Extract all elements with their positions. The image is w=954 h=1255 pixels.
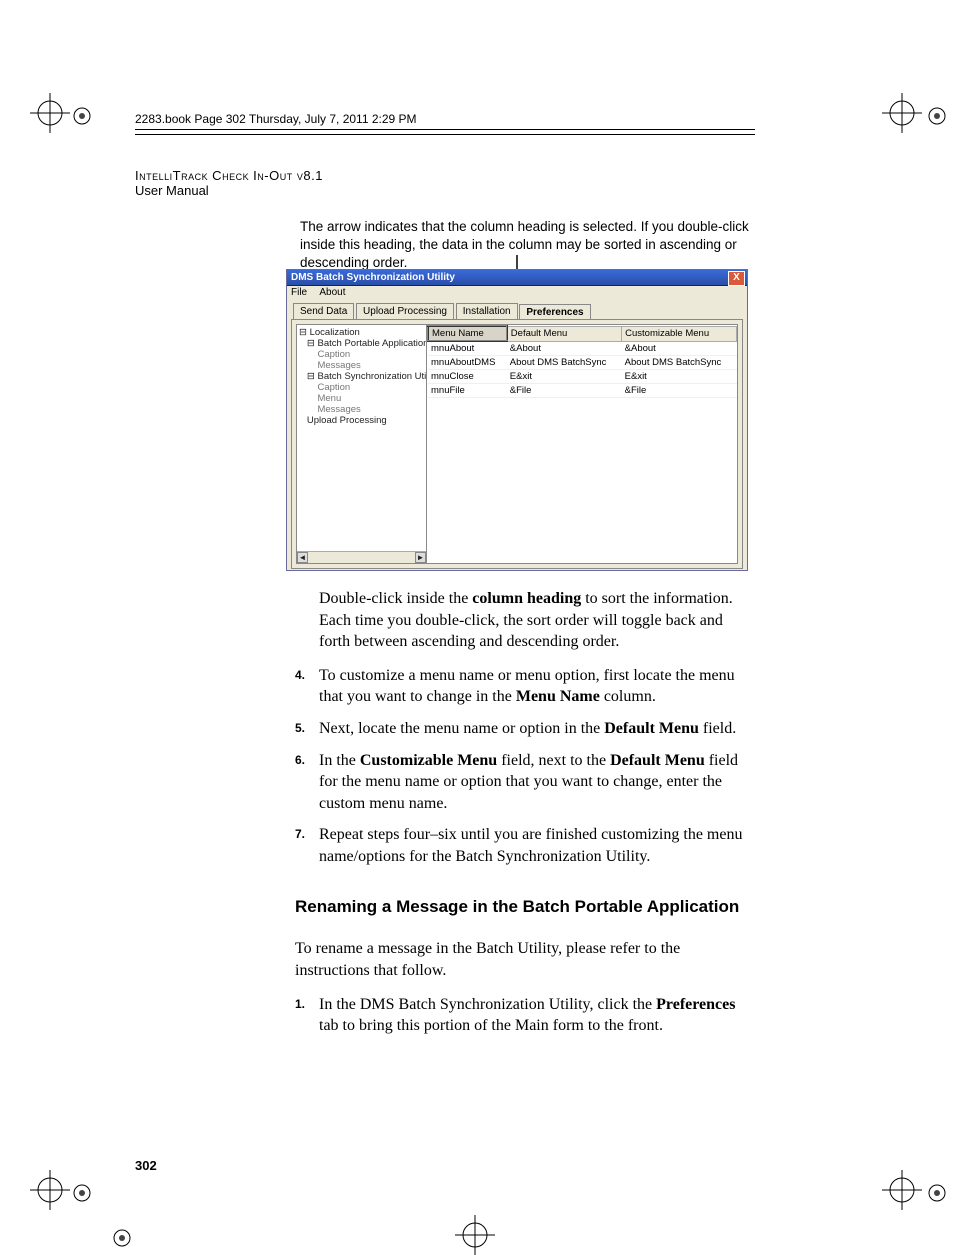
table-row[interactable]: mnuAboutDMSAbout DMS BatchSyncAbout DMS … bbox=[428, 356, 737, 370]
scroll-left-icon[interactable]: ◄ bbox=[297, 552, 308, 563]
reg-mark-icon bbox=[455, 1215, 495, 1255]
step-number: 5. bbox=[295, 720, 305, 736]
menu-file[interactable]: File bbox=[291, 287, 307, 298]
cell[interactable]: About DMS BatchSync bbox=[622, 356, 737, 370]
tab-send-data[interactable]: Send Data bbox=[293, 303, 354, 319]
reg-mark-icon bbox=[30, 93, 70, 133]
term-default-menu: Default Menu bbox=[604, 720, 699, 737]
step-number: 7. bbox=[295, 826, 305, 842]
dot-icon bbox=[112, 1228, 132, 1248]
dot-icon bbox=[927, 106, 947, 126]
menu-bar: File About bbox=[287, 286, 747, 299]
page: 2283.book Page 302 Thursday, July 7, 201… bbox=[0, 0, 954, 1235]
list-item: 1. In the DMS Batch Synchronization Util… bbox=[319, 994, 755, 1037]
product-name: IntelliTrack Check In-Out v8.1 bbox=[135, 168, 323, 183]
col-custom-menu[interactable]: Customizable Menu bbox=[622, 326, 737, 341]
tree-node[interactable]: Messages bbox=[299, 404, 424, 415]
reg-mark-icon bbox=[30, 1170, 70, 1210]
table-row[interactable]: mnuCloseE&xitE&xit bbox=[428, 370, 737, 384]
close-button[interactable]: X bbox=[728, 271, 745, 286]
tab-installation[interactable]: Installation bbox=[456, 303, 518, 319]
menu-about[interactable]: About bbox=[319, 287, 345, 298]
page-header: IntelliTrack Check In-Out v8.1 User Manu… bbox=[135, 168, 323, 198]
cell[interactable]: &About bbox=[507, 341, 622, 356]
scroll-right-icon[interactable]: ► bbox=[415, 552, 426, 563]
tree-node[interactable]: Upload Processing bbox=[299, 415, 424, 426]
term-default-menu: Default Menu bbox=[610, 752, 705, 769]
dot-icon bbox=[72, 1183, 92, 1203]
grid-table: Menu Name Default Menu Customizable Menu… bbox=[427, 325, 737, 398]
tree-node[interactable]: ⊟ Batch Synchronization Utility bbox=[299, 371, 424, 382]
cell[interactable]: mnuAboutDMS bbox=[428, 356, 507, 370]
window-title: DMS Batch Synchronization Utility bbox=[291, 272, 455, 283]
dot-icon bbox=[72, 106, 92, 126]
tree-node[interactable]: Messages bbox=[299, 360, 424, 371]
book-meta-text: 2283.book Page 302 Thursday, July 7, 201… bbox=[135, 112, 417, 126]
table-row[interactable]: mnuFile&File&File bbox=[428, 384, 737, 398]
col-menu-name[interactable]: Menu Name bbox=[428, 326, 507, 341]
step-number: 4. bbox=[295, 667, 305, 683]
tab-preferences[interactable]: Preferences bbox=[519, 304, 590, 320]
cell[interactable]: &File bbox=[622, 384, 737, 398]
tab-pane: ⊟ Localization ⊟ Batch Portable Applicat… bbox=[291, 319, 743, 569]
term-preferences: Preferences bbox=[656, 996, 735, 1013]
cell[interactable]: &About bbox=[622, 341, 737, 356]
tree-view[interactable]: ⊟ Localization ⊟ Batch Portable Applicat… bbox=[296, 324, 427, 564]
app-window: DMS Batch Synchronization Utility X File… bbox=[286, 269, 748, 571]
dot-icon bbox=[927, 1183, 947, 1203]
rule bbox=[135, 129, 755, 135]
cell[interactable]: mnuFile bbox=[428, 384, 507, 398]
cell[interactable]: E&xit bbox=[622, 370, 737, 384]
reg-mark-icon bbox=[882, 93, 922, 133]
body-content: Double-click inside the column heading t… bbox=[295, 588, 755, 1047]
term-menu-name: Menu Name bbox=[516, 688, 600, 705]
cell[interactable]: E&xit bbox=[507, 370, 622, 384]
tree-node[interactable]: Caption bbox=[299, 382, 424, 393]
page-number: 302 bbox=[135, 1158, 157, 1173]
step-number: 6. bbox=[295, 752, 305, 768]
list-item: 7. Repeat steps four–six until you are f… bbox=[319, 824, 755, 867]
reg-mark-icon bbox=[882, 1170, 922, 1210]
cell[interactable]: mnuAbout bbox=[428, 341, 507, 356]
cell[interactable]: &File bbox=[507, 384, 622, 398]
term-custom-menu: Customizable Menu bbox=[360, 752, 497, 769]
list-item: 5. Next, locate the menu name or option … bbox=[319, 718, 755, 740]
step-number: 1. bbox=[295, 996, 305, 1012]
col-default-menu[interactable]: Default Menu bbox=[507, 326, 622, 341]
tab-upload-processing[interactable]: Upload Processing bbox=[356, 303, 454, 319]
paragraph: To rename a message in the Batch Utility… bbox=[295, 938, 755, 981]
term-column-heading: column heading bbox=[472, 590, 581, 607]
tree-node[interactable]: Menu bbox=[299, 393, 424, 404]
title-bar[interactable]: DMS Batch Synchronization Utility X bbox=[287, 270, 747, 286]
tab-strip: Send Data Upload Processing Installation… bbox=[287, 299, 747, 319]
grid-header-row: Menu Name Default Menu Customizable Menu bbox=[428, 326, 737, 341]
list-item: 4. To customize a menu name or menu opti… bbox=[319, 665, 755, 708]
paragraph: Double-click inside the column heading t… bbox=[319, 588, 755, 653]
tree-scrollbar[interactable]: ◄ ► bbox=[297, 551, 426, 563]
tree-node[interactable]: ⊟ Localization bbox=[299, 327, 424, 338]
data-grid[interactable]: Menu Name Default Menu Customizable Menu… bbox=[426, 324, 738, 564]
list-item: 6. In the Customizable Menu field, next … bbox=[319, 750, 755, 815]
tree-node[interactable]: Caption bbox=[299, 349, 424, 360]
section-heading: Renaming a Message in the Batch Portable… bbox=[295, 896, 755, 919]
cell[interactable]: About DMS BatchSync bbox=[507, 356, 622, 370]
book-meta: 2283.book Page 302 Thursday, July 7, 201… bbox=[135, 112, 755, 135]
doc-type: User Manual bbox=[135, 183, 323, 198]
tree-node[interactable]: ⊟ Batch Portable Application bbox=[299, 338, 424, 349]
table-row[interactable]: mnuAbout&About&About bbox=[428, 341, 737, 356]
cell[interactable]: mnuClose bbox=[428, 370, 507, 384]
